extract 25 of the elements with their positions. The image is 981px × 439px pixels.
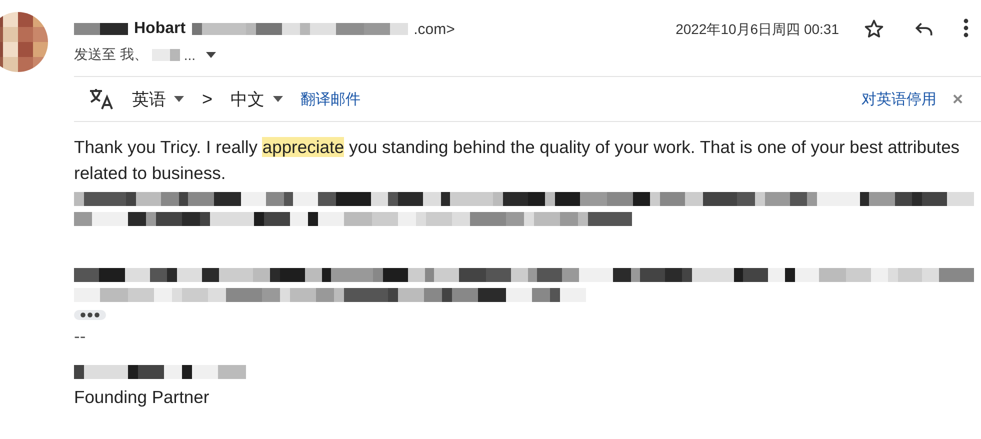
caret-icon[interactable]: [206, 52, 216, 58]
translate-icon: [88, 87, 114, 111]
show-trimmed-button[interactable]: [74, 310, 106, 320]
translate-link[interactable]: 翻译邮件: [300, 90, 361, 108]
sender-name: Hobart: [134, 20, 186, 38]
more-icon[interactable]: [963, 18, 969, 38]
date-text: 2022年10月6日周四 00:31: [676, 21, 839, 39]
target-language-dropdown[interactable]: 中文: [230, 88, 283, 110]
ellipsis-icon: [80, 312, 100, 318]
signature-title: Founding Partner: [74, 387, 210, 408]
sender-email: .com>: [414, 20, 455, 38]
message-paragraph: Thank you Tricy. I really appreciate you standing behind the quality of your work. That is one of your best attributes related to business.: [74, 136, 961, 185]
caret-icon: [272, 96, 283, 102]
recipients-text: 发送至 我、: [74, 46, 148, 64]
signature-separator: --: [74, 326, 87, 347]
redacted-text-drawing: [74, 23, 128, 35]
star-icon[interactable]: [863, 18, 885, 40]
disable-translation-link[interactable]: 对英语停用: [861, 90, 936, 108]
avatar: [0, 12, 48, 72]
arrow-text: >: [202, 88, 213, 110]
source-language-dropdown[interactable]: 英语: [132, 88, 184, 110]
close-button[interactable]: ×: [948, 88, 967, 110]
caret-icon: [174, 96, 184, 102]
redacted-text-drawing: [152, 49, 180, 61]
recipients-more: ...: [184, 47, 196, 63]
